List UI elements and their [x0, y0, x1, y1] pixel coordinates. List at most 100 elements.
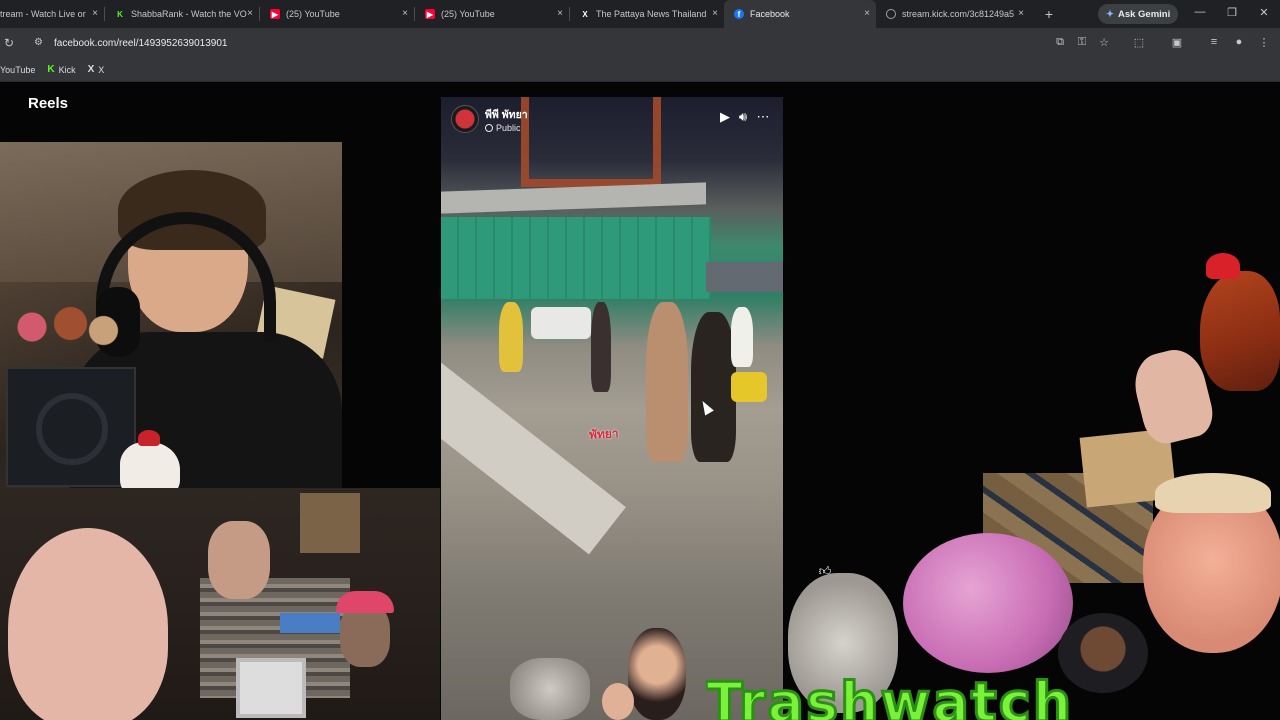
yellow-scooter	[731, 372, 767, 402]
tab-title: (25) YouTube	[286, 9, 340, 19]
reel-video-player[interactable]: พีพี พัทยา Public ▶ 🔊︎ ⋯ พัทยา	[441, 97, 783, 720]
person	[731, 307, 753, 367]
rooster-icon	[1200, 253, 1280, 391]
trashwatch-logo-text: Trashwatch	[706, 676, 1074, 720]
volume-icon[interactable]: 🔊︎	[735, 109, 751, 125]
visibility-label: Public	[485, 123, 528, 133]
bookmark-label: Kick	[58, 64, 76, 75]
more-options-icon[interactable]: ⋯	[755, 109, 771, 125]
trash-bag	[510, 658, 590, 720]
play-icon[interactable]: ▶	[717, 109, 733, 125]
tab-title: ShabbaRank - Watch the VO	[131, 9, 247, 19]
tab-title: tream - Watch Live or	[0, 9, 86, 19]
close-tab-icon[interactable]: ×	[864, 8, 870, 20]
poster-name[interactable]: พีพี พัทยา	[485, 106, 528, 123]
webcam-feed	[0, 142, 342, 494]
right-collage-overlay	[783, 233, 1280, 720]
bookmarks-bar: YouTube K Kick X X	[0, 58, 1280, 82]
gemini-icon: ✦	[1106, 8, 1114, 20]
person	[691, 312, 736, 462]
kick-icon: K	[117, 9, 123, 19]
cardboard-box	[300, 493, 360, 553]
close-tab-icon[interactable]: ×	[557, 8, 563, 20]
close-tab-icon[interactable]: ×	[1018, 8, 1024, 20]
tab-title: (25) YouTube	[441, 9, 495, 19]
youtube-icon: ▶	[270, 9, 280, 19]
close-tab-icon[interactable]: ×	[92, 8, 98, 20]
roof	[441, 182, 706, 214]
speaker	[6, 367, 136, 487]
tab-youtube-2[interactable]: ▶ (25) YouTube ×	[415, 0, 569, 28]
address-toolbar: ↻ ⚙ facebook.com/reel/1493952639013901 ⧉…	[0, 28, 1280, 58]
like-icon[interactable]: 👍︎	[817, 563, 833, 579]
bookmark-star-icon[interactable]: ☆	[1097, 36, 1111, 49]
close-tab-icon[interactable]: ×	[402, 8, 408, 20]
person	[499, 302, 523, 372]
facebook-icon: f	[734, 9, 744, 19]
pink-trash-bag	[903, 533, 1073, 673]
bookmark-label: X	[98, 64, 105, 75]
man-face	[208, 521, 270, 599]
plush-toys	[10, 292, 120, 362]
facebook-reels-page: Reels พีพี พัทยา Public ▶ 🔊︎ ⋯ พัทยา 👍︎ …	[0, 83, 1280, 720]
trashwatch-logo: Trashwatch	[706, 676, 1206, 720]
visibility-text: Public	[496, 122, 521, 133]
person	[591, 302, 611, 392]
white-van	[531, 307, 591, 339]
globe-icon	[485, 123, 493, 132]
ask-gemini-button[interactable]: ✦ Ask Gemini	[1098, 4, 1179, 24]
laptop	[236, 658, 306, 718]
side-panel-icon[interactable]: ▣	[1170, 36, 1184, 49]
bald-man-face	[602, 683, 634, 720]
new-tab-button[interactable]: +	[1038, 3, 1060, 25]
close-tab-icon[interactable]: ×	[247, 8, 253, 20]
tab-strip: tream - Watch Live or × K ShabbaRank - W…	[0, 0, 1280, 28]
man-with-sunglasses-face	[628, 628, 686, 720]
tab-pattaya-news[interactable]: X The Pattaya News Thailand ×	[570, 0, 724, 28]
person	[646, 302, 688, 462]
tab-title: Facebook	[750, 9, 790, 19]
tab-title: stream.kick.com/3c81249a5	[902, 9, 1015, 19]
poster-avatar[interactable]	[451, 105, 479, 133]
scaffold-structure	[521, 97, 661, 187]
wall	[706, 262, 783, 292]
address-bar[interactable]: facebook.com/reel/1493952639013901	[54, 38, 227, 49]
page-title: Reels	[28, 95, 69, 112]
tab-title: The Pattaya News Thailand	[596, 9, 707, 19]
pink-cap	[336, 591, 394, 613]
minimize-icon[interactable]: —	[1192, 6, 1208, 18]
x-icon: X	[582, 9, 588, 19]
site-info-icon[interactable]: ⚙	[34, 37, 43, 48]
smiling-man-face	[1143, 473, 1280, 653]
tab-youtube-1[interactable]: ▶ (25) YouTube ×	[260, 0, 414, 28]
extensions-icon[interactable]: ⬚	[1132, 36, 1146, 49]
profile-avatar-icon[interactable]: ●	[1232, 36, 1246, 48]
green-fence	[441, 217, 711, 299]
reload-icon[interactable]: ↻	[4, 36, 14, 50]
maximize-icon[interactable]: ❐	[1224, 6, 1240, 19]
youtube-icon: ▶	[425, 9, 435, 19]
reel-poster-header: พีพี พัทยา Public	[451, 105, 528, 133]
bookmark-label: YouTube	[0, 64, 36, 75]
tab-facebook[interactable]: f Facebook ×	[724, 0, 876, 28]
close-tab-icon[interactable]: ×	[712, 8, 718, 20]
video-watermark: พัทยา	[588, 426, 619, 442]
rooster-cutout	[120, 430, 180, 494]
bookmark-youtube[interactable]: YouTube	[0, 65, 35, 75]
tab-kick-stream[interactable]: tream - Watch Live or ×	[0, 0, 104, 28]
password-key-icon[interactable]: ⚿	[1075, 36, 1089, 49]
close-window-icon[interactable]: ✕	[1256, 6, 1272, 19]
media-controls-icon[interactable]: ≡	[1207, 36, 1221, 48]
kick-icon: K	[47, 64, 55, 75]
ask-gemini-label: Ask Gemini	[1117, 8, 1171, 20]
left-collage-overlay	[0, 488, 440, 720]
tab-shabbarank[interactable]: K ShabbaRank - Watch the VO ×	[105, 0, 259, 28]
install-app-icon[interactable]: ⧉	[1053, 36, 1067, 49]
tab-kick-stream-url[interactable]: stream.kick.com/3c81249a5 ×	[876, 0, 1030, 28]
x-icon: X	[87, 64, 95, 75]
globe-icon	[886, 9, 896, 19]
browser-menu-icon[interactable]: ⋮	[1257, 36, 1271, 49]
bald-man-face	[8, 528, 168, 720]
bookmark-kick[interactable]: K Kick	[47, 64, 75, 75]
bookmark-x[interactable]: X X	[88, 64, 105, 75]
